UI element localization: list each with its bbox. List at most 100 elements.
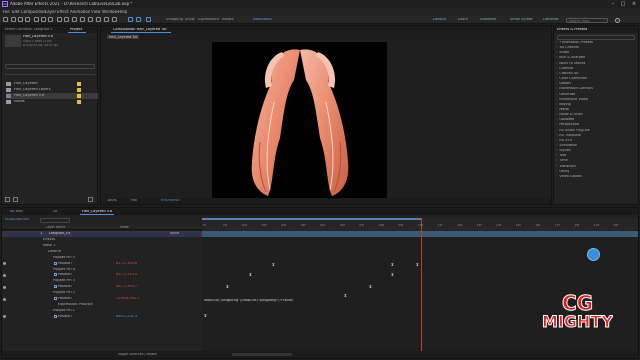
timeline-search-input[interactable] — [40, 218, 70, 223]
property-value[interactable]: 617.2,313.4 — [116, 273, 137, 277]
stopwatch-icon[interactable] — [54, 297, 57, 300]
keyframe-marker[interactable]: ⧗ — [391, 272, 394, 277]
column-layer-name[interactable]: Layer Name — [46, 226, 65, 229]
toolbar-label-expressions[interactable]: Expressions — [198, 18, 219, 22]
menu-window[interactable]: Window — [102, 10, 118, 14]
effects-category-item[interactable]: Noise & Grain — [556, 113, 582, 116]
timeline-property-row[interactable]: Position 950.1,232.3 — [0, 314, 200, 320]
camera-tool-icon[interactable] — [41, 17, 46, 22]
effects-category-item[interactable]: Video Copilot — [556, 175, 581, 178]
pen-tool-icon[interactable] — [64, 17, 69, 22]
effects-category-item[interactable]: CINEMA 4D — [556, 72, 578, 75]
tab-all-hair[interactable]: All Hair — [10, 210, 23, 214]
effects-category-item[interactable]: Simulation — [556, 144, 577, 147]
puppet-bend-icon[interactable] — [146, 17, 151, 22]
clone-tool-icon[interactable] — [88, 17, 93, 22]
expression-field[interactable]: loopOut("pingpong");loopOut("pingpong")+… — [204, 299, 294, 303]
menu-composition[interactable]: Composition — [21, 10, 46, 14]
search-icon[interactable] — [615, 18, 620, 23]
toggle-switches-modes[interactable]: Toggle Switches / Modes — [118, 353, 157, 356]
visibility-eye-icon[interactable] — [3, 315, 6, 319]
visibility-eye-icon[interactable] — [3, 297, 6, 301]
toolbar-label-rotate[interactable]: Rotate — [222, 18, 234, 22]
toolbar-label-resolution[interactable]: Resolution — [253, 18, 272, 22]
current-time-indicator[interactable] — [421, 218, 422, 351]
project-item[interactable]: Solids — [6, 99, 98, 105]
effects-category-item[interactable]: Blur & Sharpen — [556, 56, 585, 59]
effects-category-item[interactable]: Channel — [556, 67, 573, 70]
zoom-tool-icon[interactable] — [25, 17, 30, 22]
menu-effect[interactable]: Effect — [57, 10, 69, 14]
home-icon[interactable] — [3, 17, 8, 22]
layer-parent-select[interactable]: None — [170, 232, 179, 236]
label-color-swatch[interactable] — [77, 94, 81, 98]
visibility-eye-icon[interactable] — [3, 285, 6, 289]
tab-project[interactable]: Project — [70, 28, 82, 32]
workspace-learn[interactable]: Learn — [458, 18, 468, 22]
workspace-standard[interactable]: Standard — [480, 18, 496, 22]
timeline-timecode[interactable]: 0:00:00:00 — [5, 218, 29, 222]
comp-timecode[interactable]: 0:00:00:00 — [161, 199, 180, 202]
keyframe-marker[interactable]: ⧗ — [391, 262, 394, 267]
effects-category-item[interactable]: 3D Channel — [556, 46, 579, 49]
keyframe-marker[interactable]: ⧗ — [416, 262, 419, 267]
property-value[interactable]: 950.1,232.3 — [116, 315, 137, 319]
effects-category-item[interactable]: Color Correction — [556, 77, 586, 80]
menu-edit[interactable]: Edit — [12, 10, 20, 14]
effects-category-item[interactable]: RE:Vision Plug-ins — [556, 129, 589, 132]
work-area-bar[interactable] — [202, 218, 422, 220]
label-color-swatch[interactable] — [77, 100, 81, 104]
effects-category-item[interactable]: Generate — [556, 93, 575, 96]
effects-category-item[interactable]: Immersive Video — [556, 98, 587, 101]
puppet-starch-icon[interactable] — [128, 17, 133, 22]
tab-tut[interactable]: Tut — [52, 210, 57, 214]
new-folder-icon[interactable] — [5, 197, 10, 202]
tab-composition[interactable]: Composition Hair_Layered Tut — [113, 28, 167, 32]
zoom-level[interactable]: 100% — [107, 199, 117, 202]
stopwatch-icon[interactable] — [54, 285, 57, 289]
workspace-libraries[interactable]: Libraries — [543, 18, 559, 22]
workspace-default[interactable]: Default — [433, 18, 446, 22]
composition-canvas[interactable] — [212, 42, 387, 200]
effects-category-item[interactable]: Keying — [556, 103, 570, 106]
eraser-tool-icon[interactable] — [96, 17, 101, 22]
comp-breadcrumb[interactable]: Hair_Layered Tut — [107, 35, 140, 40]
effects-category-item[interactable]: Utility — [556, 170, 569, 173]
effects-category-item[interactable]: Audio — [556, 51, 569, 54]
minimize-icon[interactable]: – — [608, 1, 618, 7]
effects-category-item[interactable]: Time — [556, 159, 567, 162]
help-search-input[interactable]: Search Help — [566, 18, 608, 23]
project-search-input[interactable] — [5, 64, 95, 69]
type-tool-icon[interactable] — [72, 17, 77, 22]
keyframe-marker[interactable]: ⧗ — [369, 284, 372, 289]
menu-layer[interactable]: Layer — [45, 10, 56, 14]
tab-hair-layered-tut[interactable]: Hair_Layered Tut — [82, 210, 112, 214]
property-value[interactable]: 857.2,393.7 — [116, 285, 137, 289]
effects-category-item[interactable]: * Animation Presets — [556, 41, 592, 44]
close-icon[interactable]: × — [629, 1, 639, 7]
keyframe-marker[interactable]: ⧗ — [272, 262, 275, 267]
menu-animation[interactable]: Animation — [70, 10, 90, 14]
puppet-pin-tool-icon[interactable] — [112, 17, 117, 22]
layer-name[interactable]: Longhair_FX — [49, 232, 70, 236]
zoom-slider[interactable] — [232, 353, 292, 356]
maximize-icon[interactable]: □ — [618, 1, 628, 7]
roto-brush-icon[interactable] — [104, 17, 109, 22]
menu-file[interactable]: File — [3, 10, 10, 14]
puppet-overlap-icon[interactable] — [136, 17, 141, 22]
effects-category-item[interactable]: RG Trapcode — [556, 134, 580, 137]
trash-icon[interactable] — [88, 197, 93, 202]
toolbar-label-show[interactable]: Show — [185, 18, 195, 22]
toolbar-label-snapping[interactable]: Snapping — [166, 18, 183, 22]
label-color-swatch[interactable] — [77, 82, 81, 86]
selection-tool-icon[interactable] — [11, 17, 16, 22]
hand-tool-icon[interactable] — [18, 17, 23, 22]
keyframe-marker[interactable]: ⧗ — [344, 293, 347, 298]
pan-behind-tool-icon[interactable] — [48, 17, 53, 22]
keyframe-marker[interactable]: ⧗ — [204, 313, 207, 318]
visibility-eye-icon[interactable] — [3, 273, 6, 277]
keyframe-marker[interactable]: ⧗ — [226, 284, 229, 289]
property-value[interactable]: 817.2,384.6 — [116, 262, 137, 266]
effects-category-item[interactable]: Boris FX Mocha — [556, 62, 585, 65]
stopwatch-icon[interactable] — [54, 261, 57, 265]
